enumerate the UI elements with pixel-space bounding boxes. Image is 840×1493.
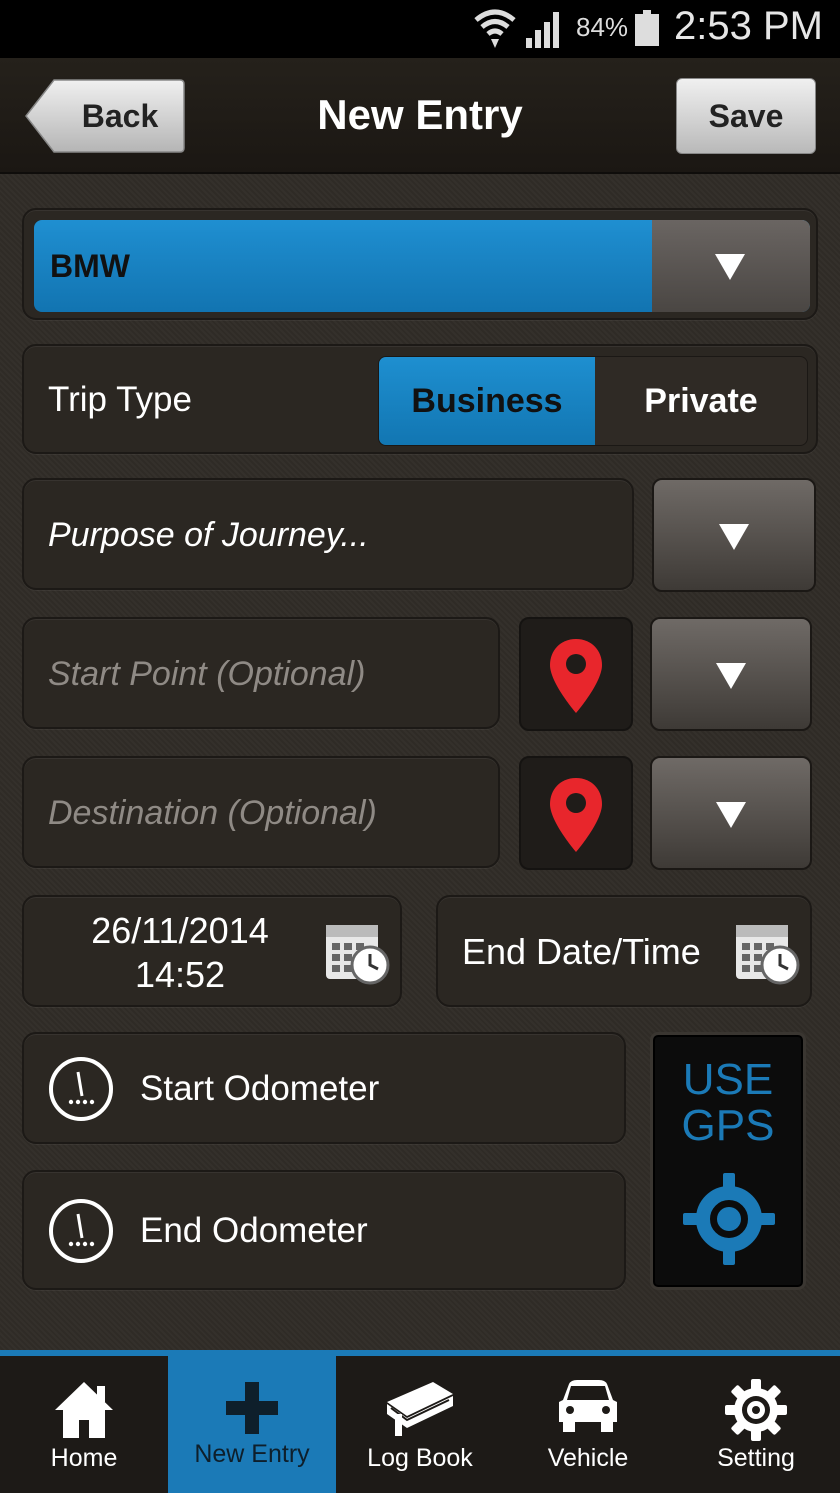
- gps-target-icon: [683, 1173, 775, 1265]
- battery-percentage: 84%: [576, 12, 629, 42]
- start-point-field[interactable]: Start Point (Optional): [22, 617, 500, 729]
- wifi-icon: [474, 9, 516, 48]
- bottom-navigation: Home New Entry Log Book Vehicle Setting: [0, 1350, 840, 1493]
- start-point-placeholder: Start Point (Optional): [48, 655, 366, 693]
- nav-vehicle-label: Vehicle: [547, 1444, 629, 1472]
- nav-log-book[interactable]: Log Book: [336, 1356, 504, 1493]
- back-button-label: Back: [81, 98, 159, 134]
- vehicle-select[interactable]: BMW: [34, 220, 810, 312]
- gear-icon: [725, 1379, 787, 1441]
- trip-type-panel: Trip Type Business Private: [22, 344, 818, 454]
- use-gps-button[interactable]: USE GPS: [650, 1032, 806, 1290]
- page-title: New Entry: [317, 91, 523, 138]
- purpose-dropdown-button[interactable]: [652, 478, 816, 592]
- chevron-down-icon: [716, 802, 746, 828]
- start-odometer-label: Start Odometer: [140, 1069, 380, 1108]
- calendar-clock-icon: [326, 925, 390, 985]
- start-point-dropdown-button[interactable]: [650, 617, 812, 731]
- destination-field[interactable]: Destination (Optional): [22, 756, 500, 868]
- nav-log-book-label: Log Book: [367, 1444, 473, 1472]
- clock: 2:53 PM: [674, 4, 823, 48]
- end-datetime-label: End Date/Time: [462, 931, 701, 972]
- vehicle-select-panel: BMW: [22, 208, 818, 320]
- signal-icon: [526, 12, 559, 48]
- calendar-clock-icon: [736, 925, 800, 985]
- car-icon: [559, 1380, 617, 1432]
- nav-setting-label: Setting: [717, 1444, 795, 1472]
- trip-type-private[interactable]: Private: [595, 357, 807, 445]
- purpose-field[interactable]: Purpose of Journey...: [22, 478, 634, 590]
- use-gps-label-line1: USE: [682, 1055, 774, 1104]
- start-date: 26/11/2014: [91, 910, 269, 951]
- battery-icon: [635, 10, 659, 46]
- book-icon: [387, 1382, 453, 1436]
- end-datetime-button[interactable]: End Date/Time: [436, 895, 812, 1007]
- vehicle-dropdown-button[interactable]: [652, 220, 810, 312]
- destination-placeholder: Destination (Optional): [48, 794, 377, 832]
- plus-icon: [226, 1382, 278, 1434]
- back-button[interactable]: Back: [24, 78, 186, 154]
- vehicle-select-value: BMW: [50, 248, 130, 284]
- purpose-placeholder: Purpose of Journey...: [48, 516, 369, 554]
- start-point-location-button[interactable]: [519, 617, 633, 731]
- save-button[interactable]: Save: [676, 78, 816, 154]
- chevron-down-icon: [719, 524, 749, 550]
- map-pin-icon: [550, 778, 602, 852]
- trip-type-label: Trip Type: [48, 380, 192, 419]
- end-odometer-field[interactable]: End Odometer: [22, 1170, 626, 1290]
- end-odometer-label: End Odometer: [140, 1211, 368, 1250]
- nav-new-entry[interactable]: New Entry: [168, 1356, 336, 1493]
- status-bar: 84% 2:53 PM: [0, 0, 840, 58]
- nav-home[interactable]: Home: [0, 1356, 168, 1493]
- nav-setting[interactable]: Setting: [672, 1356, 840, 1493]
- trip-type-business[interactable]: Business: [379, 357, 595, 445]
- map-pin-icon: [550, 639, 602, 713]
- nav-home-label: Home: [50, 1444, 118, 1472]
- chevron-down-icon: [715, 254, 745, 280]
- odometer-icon: [49, 1057, 113, 1121]
- destination-location-button[interactable]: [519, 756, 633, 870]
- trip-type-toggle: Business Private: [378, 356, 808, 446]
- start-datetime-button[interactable]: 26/11/2014 14:52: [22, 895, 402, 1007]
- odometer-icon: [49, 1199, 113, 1263]
- destination-dropdown-button[interactable]: [650, 756, 812, 870]
- header-bar: Back New Entry Save: [0, 58, 840, 174]
- home-icon: [55, 1382, 113, 1438]
- start-time: 14:52: [134, 954, 226, 995]
- nav-vehicle[interactable]: Vehicle: [504, 1356, 672, 1493]
- start-odometer-field[interactable]: Start Odometer: [22, 1032, 626, 1144]
- chevron-down-icon: [716, 663, 746, 689]
- use-gps-label-line2: GPS: [681, 1101, 775, 1150]
- nav-new-entry-label: New Entry: [194, 1440, 310, 1468]
